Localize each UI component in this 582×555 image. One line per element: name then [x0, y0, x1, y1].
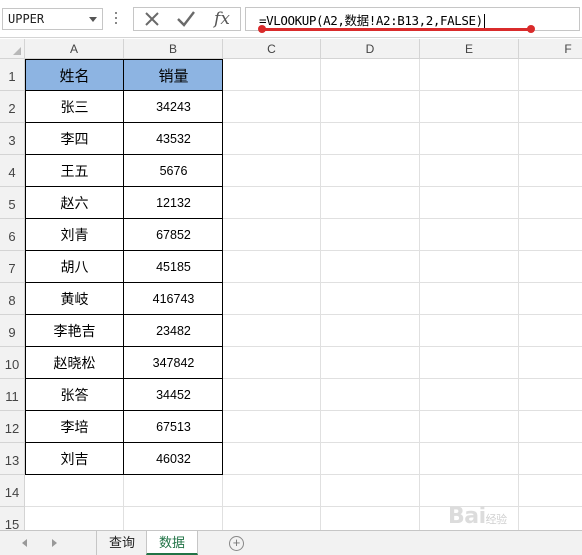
table-border-horizontal — [25, 410, 223, 411]
chevron-down-icon[interactable] — [89, 17, 97, 22]
cell-sales[interactable]: 45185 — [124, 251, 223, 283]
row-header-15[interactable]: 15 — [0, 507, 25, 530]
cell-name[interactable]: 张答 — [25, 379, 124, 411]
row-header-13[interactable]: 13 — [0, 443, 25, 475]
row-header-10[interactable]: 10 — [0, 347, 25, 379]
cell-sales[interactable]: 416743 — [124, 283, 223, 315]
sheet-tab-bar: 查询 数据 + — [0, 530, 582, 555]
cell-name[interactable]: 胡八 — [25, 251, 124, 283]
table-border-vertical — [123, 59, 124, 475]
table-border-horizontal — [25, 346, 223, 347]
sheet-tab-data[interactable]: 数据 — [146, 531, 199, 555]
cell-name[interactable]: 王五 — [25, 155, 124, 187]
row-header-12[interactable]: 12 — [0, 411, 25, 443]
table-border-horizontal — [25, 474, 223, 475]
cell-name[interactable]: 刘吉 — [25, 443, 124, 475]
row-header-1[interactable]: 1 — [0, 59, 25, 91]
header-cell-name[interactable]: 姓名 — [25, 59, 124, 91]
watermark-sub: 经验 — [485, 513, 508, 526]
table-border-horizontal — [25, 122, 223, 123]
formula-text: =VLOOKUP(A2,数据!A2:B13,2,FALSE) — [259, 13, 483, 28]
table-border-horizontal — [25, 378, 223, 379]
name-box[interactable]: UPPER — [2, 8, 103, 30]
cell-sales[interactable]: 5676 — [124, 155, 223, 187]
annotation-dot-start — [258, 25, 266, 33]
text-caret — [483, 14, 485, 29]
cell-name[interactable]: 李培 — [25, 411, 124, 443]
worksheet-grid[interactable]: A B C D E F 1 2 3 4 5 6 7 8 9 10 11 12 13 14 15 姓名 销量 张三… — [0, 39, 582, 530]
close-icon[interactable] — [137, 9, 167, 29]
watermark-logo: Bai经验 — [448, 504, 507, 529]
cell-name[interactable]: 李四 — [25, 123, 124, 155]
gridline-vertical — [320, 59, 321, 530]
column-header-c[interactable]: C — [223, 39, 321, 59]
gridline-vertical — [419, 59, 420, 530]
sheet-tab-query[interactable]: 查询 — [96, 531, 149, 555]
cell-sales[interactable]: 12132 — [124, 187, 223, 219]
scroll-right-icon[interactable] — [52, 539, 57, 547]
function-label: fx — [214, 9, 230, 29]
column-header-f[interactable]: F — [519, 39, 582, 59]
cell-sales[interactable]: 46032 — [124, 443, 223, 475]
row-header-3[interactable]: 3 — [0, 123, 25, 155]
cell-name[interactable]: 张三 — [25, 91, 124, 123]
row-header-14[interactable]: 14 — [0, 475, 25, 507]
cell-sales[interactable]: 67513 — [124, 411, 223, 443]
table-border-horizontal — [25, 154, 223, 155]
column-header-b[interactable]: B — [124, 39, 223, 59]
table-border-horizontal — [25, 186, 223, 187]
row-header-11[interactable]: 11 — [0, 379, 25, 411]
scroll-left-icon[interactable] — [22, 539, 27, 547]
cell-sales[interactable]: 34452 — [124, 379, 223, 411]
cell-sales[interactable]: 23482 — [124, 315, 223, 347]
table-border-horizontal — [25, 282, 223, 283]
cell-sales[interactable]: 67852 — [124, 219, 223, 251]
cell-name[interactable]: 刘青 — [25, 219, 124, 251]
table-border-horizontal — [25, 250, 223, 251]
table-border-horizontal — [25, 218, 223, 219]
cell-sales[interactable]: 347842 — [124, 347, 223, 379]
name-box-value: UPPER — [8, 12, 45, 26]
more-icon[interactable] — [114, 10, 118, 28]
row-header-7[interactable]: 7 — [0, 251, 25, 283]
table-border-horizontal — [25, 442, 223, 443]
annotation-underline — [262, 28, 531, 31]
table-border-horizontal — [25, 314, 223, 315]
table-border-horizontal — [25, 59, 223, 60]
watermark-brand: Bai — [448, 504, 486, 529]
row-header-5[interactable]: 5 — [0, 187, 25, 219]
table-border-vertical — [25, 59, 26, 475]
gridline-vertical — [518, 59, 519, 530]
row-header-6[interactable]: 6 — [0, 219, 25, 251]
add-sheet-button[interactable]: + — [229, 536, 244, 551]
table-border-vertical — [222, 59, 223, 475]
check-icon[interactable] — [171, 9, 201, 29]
header-cell-sales[interactable]: 销量 — [124, 59, 223, 91]
select-all-icon — [13, 47, 21, 55]
formula-buttons: fx — [133, 7, 241, 31]
cell-name[interactable]: 黄岐 — [25, 283, 124, 315]
annotation-dot-end — [527, 25, 535, 33]
select-all-button[interactable] — [0, 39, 25, 59]
cell-sales[interactable]: 43532 — [124, 123, 223, 155]
cell-name[interactable]: 李艳吉 — [25, 315, 124, 347]
column-header-a[interactable]: A — [25, 39, 124, 59]
insert-function-button[interactable]: fx — [207, 9, 237, 29]
row-header-2[interactable]: 2 — [0, 91, 25, 123]
cell-name[interactable]: 赵晓松 — [25, 347, 124, 379]
row-header-8[interactable]: 8 — [0, 283, 25, 315]
column-header-e[interactable]: E — [420, 39, 519, 59]
cell-sales[interactable]: 34243 — [124, 91, 223, 123]
table-border-horizontal — [25, 90, 223, 91]
cell-name[interactable]: 赵六 — [25, 187, 124, 219]
column-header-d[interactable]: D — [321, 39, 420, 59]
row-header-9[interactable]: 9 — [0, 315, 25, 347]
formula-bar: UPPER fx =VLOOKUP(A2,数据!A2:B13,2,FALSE) — [0, 0, 582, 38]
row-header-4[interactable]: 4 — [0, 155, 25, 187]
